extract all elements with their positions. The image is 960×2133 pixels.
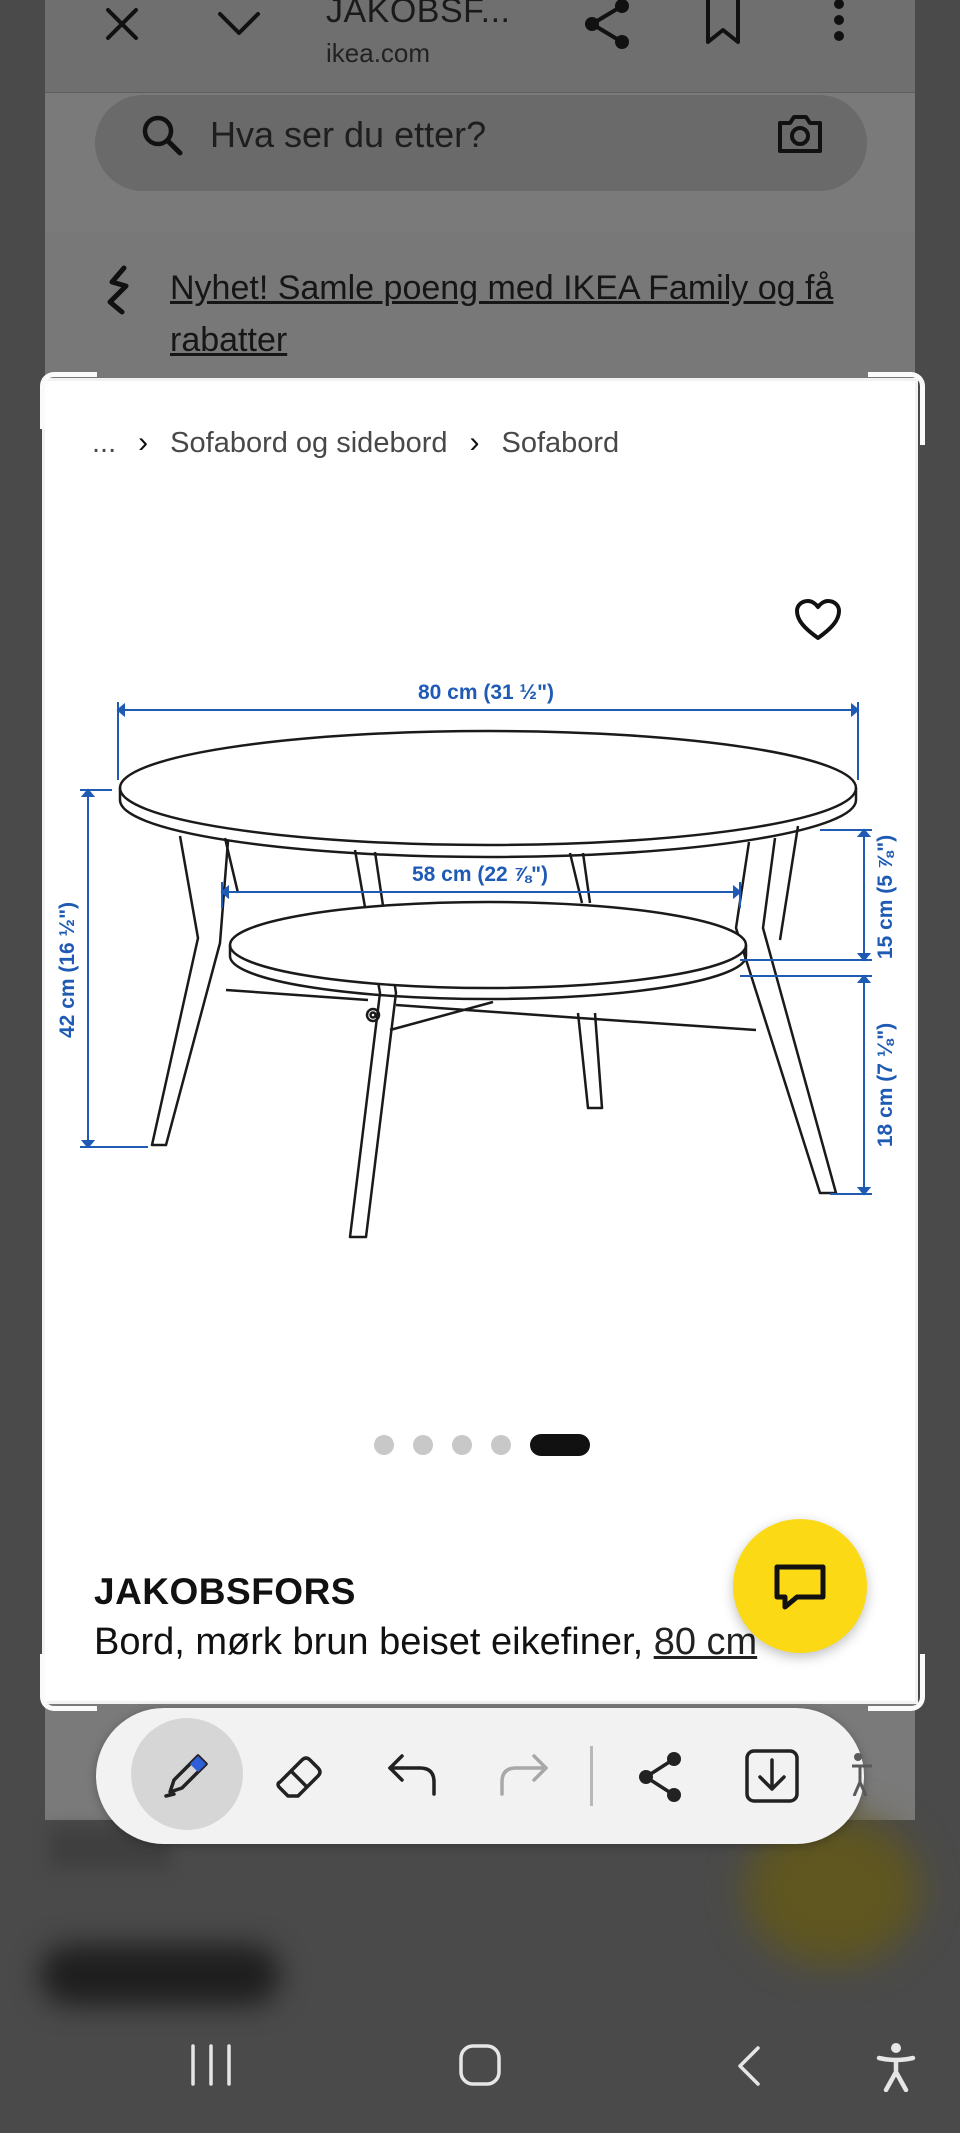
height-dimension-label: 42 cm (16 ½") [56, 902, 79, 1038]
crop-handle-top-left[interactable] [40, 372, 97, 429]
carousel-dot[interactable] [374, 1435, 394, 1455]
share-icon[interactable] [582, 0, 634, 50]
crop-handle-bottom-right[interactable] [868, 1654, 925, 1711]
page-title: JAKOBSF... [326, 0, 511, 30]
camera-icon[interactable] [776, 113, 824, 155]
carousel-dot[interactable] [452, 1435, 472, 1455]
chat-button[interactable] [733, 1519, 867, 1653]
favorite-heart-icon[interactable] [794, 598, 842, 642]
product-description: Bord, mørk brun beiset eikefiner, 80 cm [94, 1621, 757, 1664]
chevron-right-icon: › [469, 426, 480, 459]
blurred-background [40, 1945, 280, 2005]
product-description-text: Bord, mørk brun beiset eikefiner, [94, 1621, 654, 1663]
chevron-down-icon[interactable] [216, 8, 262, 38]
download-icon[interactable] [744, 1748, 800, 1804]
breadcrumb-item[interactable]: Sofabord og sidebord [170, 427, 447, 460]
close-icon[interactable] [102, 4, 142, 44]
toolbar-divider [590, 1746, 593, 1806]
accessibility-icon[interactable] [876, 2042, 916, 2092]
more-options-icon[interactable] [830, 0, 848, 46]
carousel-dot-active[interactable] [530, 1434, 590, 1456]
breadcrumb: ... › Sofabord og sidebord › Sofabord [92, 426, 619, 460]
pen-icon[interactable] [160, 1748, 214, 1802]
search-icon [140, 113, 184, 157]
product-dimension-drawing: 80 cm (31 ½") 58 cm (22 ⅞") 42 cm (16 ½"… [56, 681, 897, 1239]
eraser-icon[interactable] [272, 1750, 326, 1802]
width-dimension-label: 80 cm (31 ½") [418, 681, 554, 704]
crop-handle-top-right[interactable] [868, 372, 925, 445]
breadcrumb-ellipsis[interactable]: ... [92, 427, 116, 460]
ikea-family-icon [104, 264, 140, 316]
product-name: JAKOBSFORS [94, 1571, 356, 1612]
home-icon[interactable] [458, 2043, 502, 2087]
lower-gap-dimension-label: 18 cm (7 ⅛") [874, 1023, 897, 1147]
carousel-indicator [374, 1434, 590, 1456]
promo-link[interactable]: Nyhet! Samle poeng med IKEA Family og få… [170, 262, 870, 366]
shelf-dimension-label: 58 cm (22 ⅞") [412, 863, 548, 886]
chevron-right-icon: › [138, 426, 149, 459]
redo-icon[interactable] [498, 1752, 550, 1798]
bookmark-icon[interactable] [704, 0, 742, 46]
breadcrumb-item[interactable]: Sofabord [501, 427, 619, 460]
recent-apps-icon[interactable] [188, 2044, 234, 2086]
search-input[interactable]: Hva ser du etter? [210, 114, 486, 156]
undo-icon[interactable] [386, 1752, 438, 1798]
crop-handle-bottom-left[interactable] [40, 1654, 97, 1711]
page-url: ikea.com [326, 38, 431, 68]
share-icon[interactable] [636, 1750, 686, 1804]
back-icon[interactable] [734, 2044, 764, 2088]
carousel-dot[interactable] [413, 1435, 433, 1455]
accessibility-icon-faded [852, 1752, 880, 1796]
carousel-dot[interactable] [491, 1435, 511, 1455]
chat-icon [774, 1564, 826, 1610]
upper-gap-dimension-label: 15 cm (5 ⅞") [874, 835, 897, 959]
product-size-link[interactable]: 80 cm [654, 1621, 757, 1663]
